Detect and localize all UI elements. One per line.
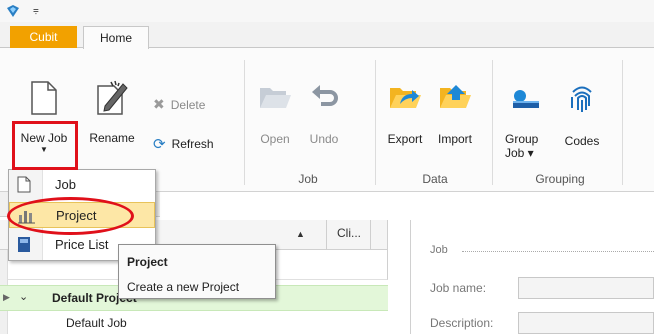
import-label: Import (437, 132, 472, 146)
export-folder-icon (390, 88, 421, 108)
codes-label: Codes (564, 134, 600, 148)
project-tooltip: Project Create a new Project (118, 244, 276, 299)
group-job-icon (513, 90, 539, 108)
row-indicator-icon: ▶ (3, 292, 10, 302)
group-job-button[interactable]: Group Job ▾ (505, 82, 545, 160)
group-label-job: Job (298, 172, 318, 186)
group-separator (375, 60, 376, 185)
group-border (462, 251, 654, 252)
group-label-grouping: Grouping (535, 172, 585, 186)
tooltip-description: Create a new Project (127, 280, 240, 294)
group-job-label-1: Group (505, 132, 539, 146)
menu-item-job-label: Job (55, 177, 76, 192)
menu-item-job[interactable]: Job (9, 172, 155, 198)
menu-item-project[interactable]: Project (9, 202, 155, 228)
job-name-input[interactable] (518, 277, 654, 299)
delete-x-icon: ✖ (153, 96, 165, 112)
undo-button[interactable]: Undo (304, 82, 344, 146)
chevron-down-icon: ▼ (40, 145, 48, 154)
export-button[interactable]: Export (382, 82, 428, 146)
codes-button[interactable]: Codes (560, 82, 604, 148)
job-name-label: Job name: (430, 281, 487, 295)
undo-label: Undo (309, 132, 339, 146)
tab-cubit[interactable]: Cubit (10, 26, 77, 48)
title-bar: ⩦ (0, 0, 654, 22)
import-folder-icon (440, 85, 471, 108)
column-separator[interactable] (326, 220, 327, 250)
price-list-icon (18, 237, 30, 252)
new-document-icon (31, 81, 57, 115)
new-job-label: New Job (20, 131, 68, 145)
refresh-button[interactable]: ⟳ Refresh (153, 135, 214, 153)
group-separator (492, 60, 493, 185)
column-separator[interactable] (370, 220, 371, 250)
menu-item-project-label: Project (56, 208, 97, 223)
export-label: Export (387, 132, 423, 146)
fingerprint-icon (571, 86, 592, 112)
new-job-button[interactable]: New Job ▼ (14, 80, 74, 154)
delete-button[interactable]: ✖ Delete (153, 96, 205, 113)
project-icon (18, 211, 35, 224)
job-group-legend: Job (430, 244, 448, 256)
group-separator (622, 60, 623, 185)
table-row[interactable]: Default Job (66, 316, 127, 330)
undo-arrow-icon (312, 85, 338, 106)
delete-label: Delete (170, 97, 206, 112)
import-button[interactable]: Import (432, 82, 478, 146)
collapse-chevron-icon[interactable]: ⌄ (19, 290, 28, 303)
refresh-icon: ⟳ (153, 136, 166, 153)
refresh-label: Refresh (171, 137, 214, 151)
tab-home[interactable]: Home (83, 26, 149, 49)
tooltip-title: Project (127, 255, 168, 269)
app-logo-icon (7, 5, 19, 17)
group-separator (244, 60, 245, 185)
quick-access-dropdown-icon[interactable]: ⩦ (33, 5, 39, 16)
group-label-data: Data (422, 172, 448, 186)
rename-label: Rename (89, 131, 135, 145)
open-button[interactable]: Open (253, 82, 297, 146)
description-label: Description: (430, 316, 494, 330)
rename-pencil-icon (97, 80, 128, 115)
menu-item-price-list-label: Price List (55, 237, 109, 252)
folder-open-icon (260, 88, 291, 108)
open-label: Open (260, 132, 290, 146)
column-header-client[interactable]: Cli... (337, 226, 361, 240)
rename-button[interactable]: Rename (84, 80, 140, 145)
group-job-label-2: Job ▾ (505, 146, 534, 160)
description-input[interactable] (518, 312, 654, 334)
sort-ascending-icon[interactable]: ▲ (296, 229, 305, 239)
document-icon (17, 176, 31, 193)
